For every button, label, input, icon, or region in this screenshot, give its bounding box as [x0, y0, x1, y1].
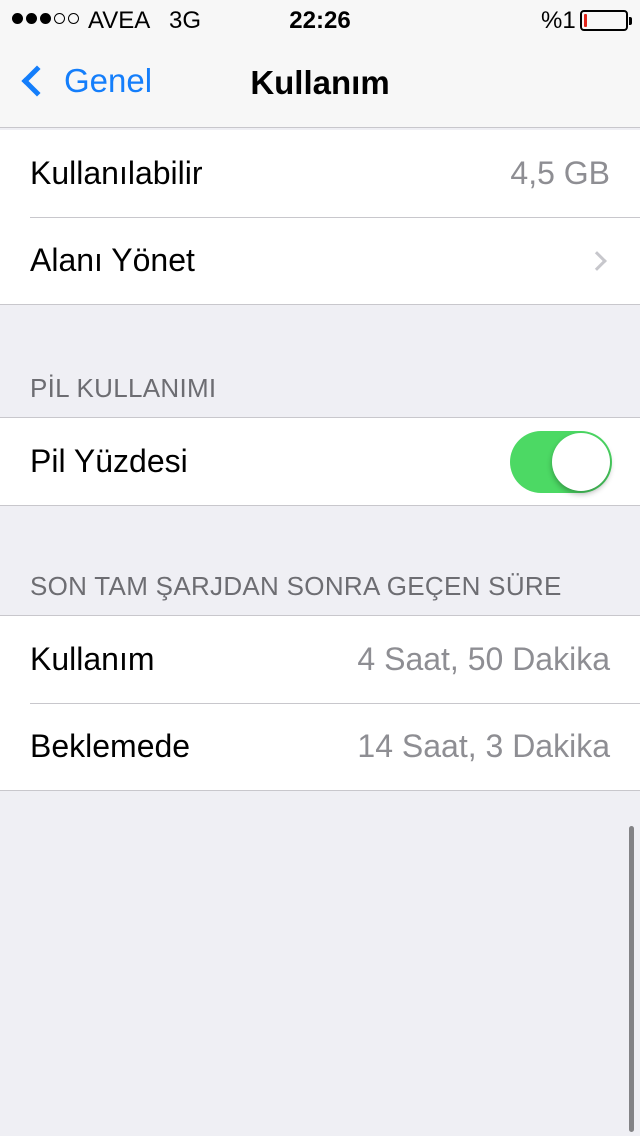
navigation-bar: Genel Kullanım [0, 40, 640, 128]
standby-value: 14 Saat, 3 Dakika [357, 728, 610, 764]
page-title: Kullanım [250, 64, 390, 101]
time-group: Kullanım 4 Saat, 50 Dakika Beklemede 14 … [0, 615, 640, 791]
battery-level [584, 14, 587, 27]
storage-available-value: 4,5 GB [510, 155, 610, 191]
manage-storage-row[interactable]: Alanı Yönet [0, 217, 640, 304]
standby-row: Beklemede 14 Saat, 3 Dakika [0, 703, 640, 790]
standby-label: Beklemede [30, 728, 191, 764]
storage-group: Kullanılabilir 4,5 GB Alanı Yönet [0, 130, 640, 305]
toggle-knob [552, 432, 610, 491]
storage-available-row: Kullanılabilir 4,5 GB [0, 130, 640, 217]
settings-screen: AVEA 3G 22:26 %1 Genel Kullanım Kullanıl… [0, 0, 640, 1136]
usage-value: 4 Saat, 50 Dakika [357, 641, 610, 677]
chevron-right-icon [587, 250, 607, 271]
manage-storage-label: Alanı Yönet [30, 242, 195, 278]
scrollbar[interactable] [629, 826, 634, 1132]
battery-percentage-row: Pil Yüzdesi [0, 418, 640, 505]
usage-row: Kullanım 4 Saat, 50 Dakika [0, 616, 640, 703]
battery-usage-header: PİL KULLANIMI [30, 373, 217, 403]
status-bar: AVEA 3G 22:26 %1 [0, 0, 640, 40]
battery-percentage-label: Pil Yüzdesi [30, 443, 188, 479]
battery-percentage: %1 [541, 7, 576, 34]
battery-icon [580, 10, 632, 31]
battery-percentage-toggle[interactable] [510, 430, 612, 493]
storage-available-label: Kullanılabilir [30, 155, 203, 191]
usage-label: Kullanım [30, 641, 155, 677]
battery-group: Pil Yüzdesi [0, 417, 640, 506]
time-since-charge-header: SON TAM ŞARJDAN SONRA GEÇEN SÜRE [30, 571, 562, 601]
